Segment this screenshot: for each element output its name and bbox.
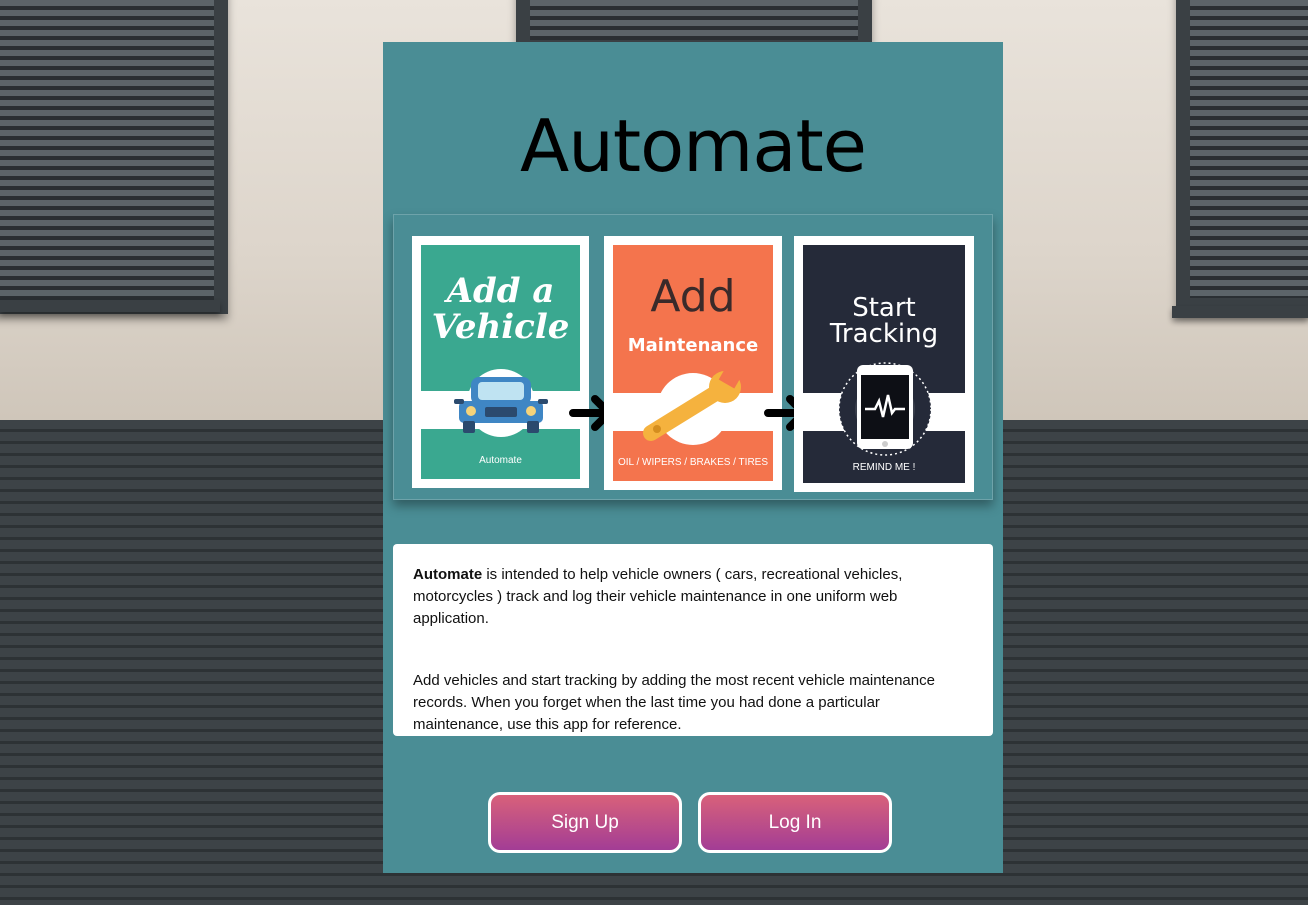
- sign-up-button[interactable]: Sign Up: [488, 792, 682, 853]
- car-icon: [451, 365, 551, 445]
- step3-title-line2: Tracking: [829, 319, 939, 349]
- step1-caption: Automate: [479, 455, 522, 466]
- background-window-right: [1176, 0, 1308, 312]
- background-sill-left: [0, 300, 220, 312]
- step-panel-add-maintenance: Add Maintenance OIL / WIPERS / BRAKES / …: [604, 236, 782, 490]
- page-title: Automate: [520, 104, 867, 188]
- description-paragraph-1: Automate is intended to help vehicle own…: [413, 564, 973, 630]
- step2-title-line1: Add: [650, 271, 736, 322]
- description-paragraph-1-text: is intended to help vehicle owners ( car…: [413, 566, 903, 627]
- description-box: Automate is intended to help vehicle own…: [393, 544, 993, 736]
- description-brand: Automate: [413, 566, 483, 583]
- step1-title-line2: Vehicle: [431, 307, 570, 347]
- step2-caption: OIL / WIPERS / BRAKES / TIRES: [617, 457, 769, 468]
- step2-title-line2: Maintenance: [627, 335, 759, 356]
- background-window-left: [0, 0, 228, 314]
- phone-heartbeat-icon: [835, 357, 935, 457]
- log-in-button[interactable]: Log In: [698, 792, 892, 853]
- step1-title-line1: Add a: [446, 271, 555, 311]
- step3-caption: REMIND ME !: [852, 462, 916, 473]
- description-paragraph-2: Add vehicles and start tracking by addin…: [413, 672, 935, 733]
- hero-infographic: Add a Vehicle Automate Add Maintenance O…: [393, 214, 993, 500]
- step-panel-add-vehicle: Add a Vehicle Automate: [412, 236, 589, 488]
- main-card: Automate Add a Vehicle Automate Add Main…: [383, 42, 1003, 873]
- step-panel-start-tracking: Start Tracking REMIND ME !: [794, 236, 974, 492]
- background-sill-right: [1172, 306, 1308, 318]
- wrench-icon: [633, 365, 753, 451]
